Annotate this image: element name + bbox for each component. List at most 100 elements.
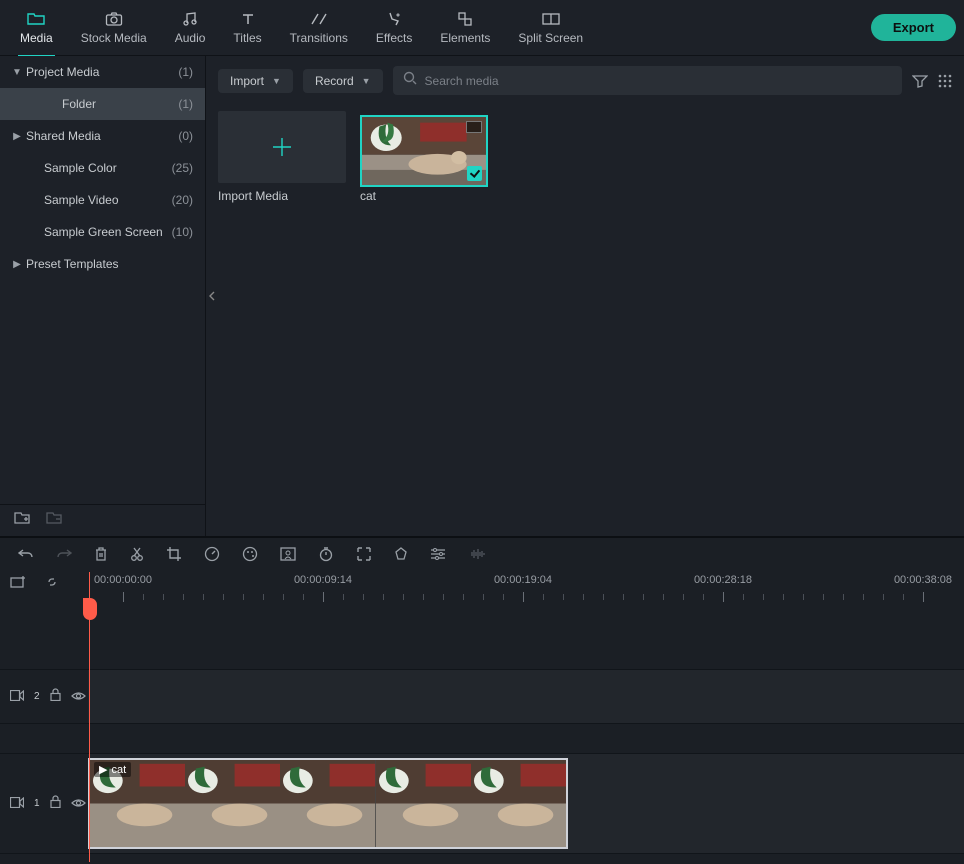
color-icon[interactable] — [242, 546, 258, 562]
split-icon[interactable] — [130, 546, 144, 562]
tab-effects[interactable]: Effects — [364, 5, 424, 51]
delete-icon[interactable] — [94, 546, 108, 562]
adjust-icon[interactable] — [430, 547, 446, 561]
marker-icon[interactable] — [394, 547, 408, 561]
sidebar-item-label: Preset Templates — [26, 257, 193, 271]
time-ruler[interactable]: 00:00:00:00 00:00:09:14 00:00:19:04 00:00:2… — [88, 574, 964, 610]
sidebar-item-label: Sample Color — [26, 161, 172, 175]
sidebar-collapse-handle[interactable] — [206, 276, 218, 316]
media-clip-tile[interactable]: cat — [360, 111, 488, 203]
tile-caption: Import Media — [218, 189, 346, 203]
redo-icon[interactable] — [56, 547, 72, 561]
elements-icon — [457, 11, 473, 27]
transitions-icon — [310, 11, 328, 27]
export-button[interactable]: Export — [871, 14, 956, 41]
delete-folder-icon[interactable] — [46, 511, 62, 530]
spacer-track — [0, 724, 964, 754]
dropdown-label: Import — [230, 74, 264, 88]
visibility-icon[interactable] — [71, 795, 86, 813]
tab-transitions[interactable]: Transitions — [278, 5, 360, 51]
visibility-icon[interactable] — [71, 688, 86, 706]
sidebar-item-label: Sample Video — [26, 193, 172, 207]
sidebar-item-label: Folder — [26, 97, 178, 111]
chevron-left-icon — [209, 291, 215, 301]
crop-icon[interactable] — [166, 546, 182, 562]
tile-caption: cat — [360, 189, 488, 203]
search-input[interactable] — [425, 74, 892, 88]
ruler-timestamp: 00:00:28:18 — [694, 574, 752, 586]
sidebar-item-label: Project Media — [26, 65, 178, 79]
tab-stock-media[interactable]: Stock Media — [69, 5, 159, 51]
video-track-icon — [10, 795, 24, 813]
video-track-2[interactable]: 2 — [0, 670, 964, 724]
sidebar-item-count: (1) — [178, 65, 193, 79]
media-sidebar: ▼Project Media(1)Folder(1)▶Shared Media(… — [0, 56, 206, 536]
sidebar-item[interactable]: Sample Color(25) — [0, 152, 205, 184]
split-screen-icon — [542, 11, 560, 27]
green-screen-icon[interactable] — [280, 547, 296, 561]
sidebar-item[interactable]: Sample Green Screen(10) — [0, 216, 205, 248]
search-media[interactable] — [393, 66, 902, 95]
sidebar-item[interactable]: Sample Video(20) — [0, 184, 205, 216]
record-dropdown[interactable]: Record ▼ — [303, 69, 383, 93]
grid-view-icon[interactable] — [938, 74, 952, 88]
duration-icon[interactable] — [318, 546, 334, 562]
sidebar-item[interactable]: ▼Project Media(1) — [0, 56, 205, 88]
tab-elements[interactable]: Elements — [428, 5, 502, 51]
timeline-tracks: 2 1 ▶ — [0, 610, 964, 854]
filmstrip-icon — [466, 121, 482, 133]
new-folder-icon[interactable] — [14, 511, 30, 530]
lock-icon[interactable] — [50, 688, 61, 706]
render-icon[interactable] — [356, 546, 372, 562]
sidebar-item-label: Shared Media — [26, 129, 178, 143]
tab-strip: Media Stock Media Audio Titles Transitio… — [8, 5, 865, 51]
dropdown-label: Record — [315, 74, 354, 88]
tab-label: Media — [20, 31, 53, 45]
chevron-right-icon: ▶ — [8, 131, 26, 142]
import-dropdown[interactable]: Import ▼ — [218, 69, 293, 93]
sidebar-item-count: (0) — [178, 129, 193, 143]
video-track-1[interactable]: 1 ▶ cat — [0, 754, 964, 854]
top-toolbar: Media Stock Media Audio Titles Transitio… — [0, 0, 964, 56]
tab-split-screen[interactable]: Split Screen — [506, 5, 595, 51]
media-panel: Import ▼ Record ▼ — [206, 56, 964, 536]
sidebar-item[interactable]: Folder(1) — [0, 88, 205, 120]
sidebar-item-count: (20) — [172, 193, 193, 207]
timeline-clip[interactable]: ▶ cat — [88, 758, 568, 849]
ruler-timestamp: 00:00:09:14 — [294, 574, 352, 586]
sidebar-item[interactable]: ▶Shared Media(0) — [0, 120, 205, 152]
lock-icon[interactable] — [50, 795, 61, 813]
tab-audio[interactable]: Audio — [163, 5, 218, 51]
sidebar-item-label: Sample Green Screen — [26, 225, 172, 239]
tab-label: Split Screen — [518, 31, 583, 45]
track-number: 2 — [34, 691, 40, 702]
tab-label: Elements — [440, 31, 490, 45]
check-icon — [467, 166, 482, 181]
folder-icon — [27, 11, 45, 27]
tab-label: Titles — [233, 31, 261, 45]
sidebar-item-count: (10) — [172, 225, 193, 239]
tab-media[interactable]: Media — [8, 5, 65, 51]
text-icon — [241, 11, 255, 27]
plus-icon — [269, 134, 295, 160]
audio-waveform-icon[interactable] — [468, 547, 486, 561]
music-icon — [182, 11, 198, 27]
ruler-timestamp: 00:00:00:00 — [94, 574, 152, 586]
sidebar-item-count: (25) — [172, 161, 193, 175]
chevron-right-icon: ▶ — [8, 259, 26, 270]
undo-icon[interactable] — [18, 547, 34, 561]
filter-icon[interactable] — [912, 74, 928, 88]
ruler-timestamp: 00:00:19:04 — [494, 574, 552, 586]
import-media-tile[interactable]: Import Media — [218, 111, 346, 203]
playhead-handle[interactable] — [83, 598, 97, 620]
speed-icon[interactable] — [204, 546, 220, 562]
sidebar-item[interactable]: ▶Preset Templates — [0, 248, 205, 280]
chevron-down-icon: ▼ — [272, 76, 281, 86]
tab-label: Effects — [376, 31, 412, 45]
ruler-timestamp: 00:00:38:08 — [894, 574, 952, 586]
clip-name: cat — [111, 764, 126, 776]
timeline-panel: 00:00:00:00 00:00:09:14 00:00:19:04 00:00:2… — [0, 536, 964, 864]
add-track-icon[interactable] — [10, 575, 26, 594]
link-icon[interactable] — [44, 575, 60, 594]
tab-titles[interactable]: Titles — [221, 5, 273, 51]
